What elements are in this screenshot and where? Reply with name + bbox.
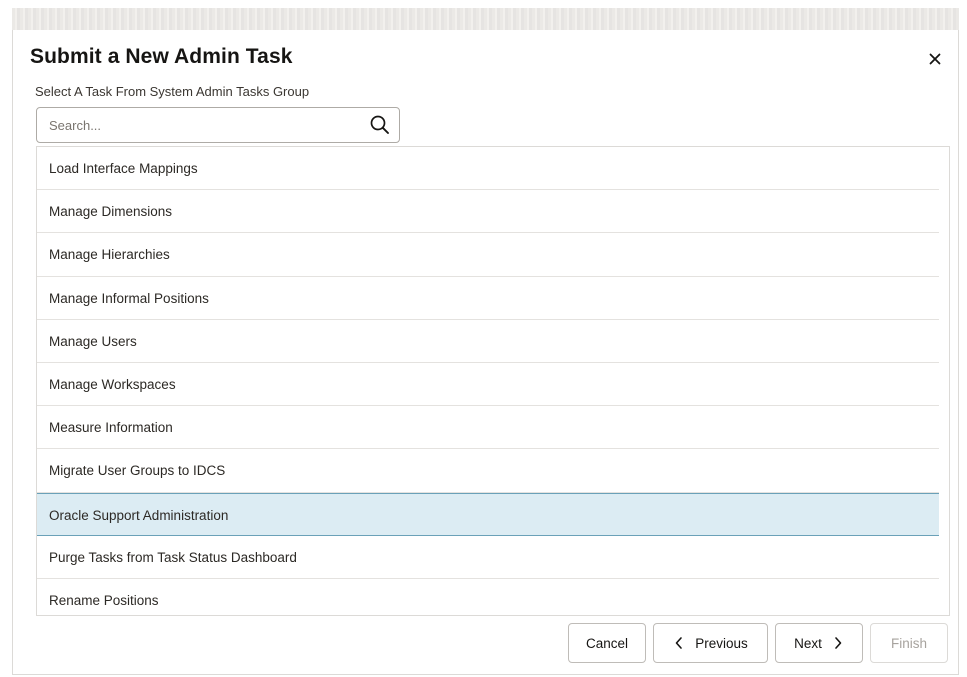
next-label: Next (794, 635, 822, 651)
page: Submit a New Admin Task Select A Task Fr… (0, 0, 967, 677)
search-box (36, 107, 400, 143)
background-strip (12, 8, 959, 30)
previous-label: Previous (695, 635, 748, 651)
task-item-manage-hierarchies[interactable]: Manage Hierarchies (37, 233, 939, 277)
task-item-rename-positions[interactable]: Rename Positions (37, 579, 939, 615)
search-icon[interactable] (369, 114, 391, 136)
close-button[interactable] (924, 48, 946, 70)
task-item-manage-dimensions[interactable]: Manage Dimensions (37, 190, 939, 234)
task-item-oracle-support-administration[interactable]: Oracle Support Administration (37, 492, 939, 536)
task-group-label: Select A Task From System Admin Tasks Gr… (35, 84, 310, 99)
cancel-button[interactable]: Cancel (568, 623, 646, 663)
search-input[interactable] (37, 108, 357, 142)
chevron-right-icon (835, 637, 842, 649)
close-icon (929, 53, 941, 65)
dialog-title: Submit a New Admin Task (30, 45, 293, 68)
admin-task-dialog: Submit a New Admin Task Select A Task Fr… (12, 30, 959, 675)
cancel-label: Cancel (585, 635, 629, 651)
task-item-manage-informal-positions[interactable]: Manage Informal Positions (37, 277, 939, 320)
task-item-manage-users[interactable]: Manage Users (37, 320, 939, 363)
task-item-purge-tasks[interactable]: Purge Tasks from Task Status Dashboard (37, 536, 939, 579)
task-item-load-interface-mappings[interactable]: Load Interface Mappings (37, 147, 939, 191)
task-item-migrate-user-groups[interactable]: Migrate User Groups to IDCS (37, 449, 939, 493)
task-item-manage-workspaces[interactable]: Manage Workspaces (37, 363, 939, 407)
task-list: Load Interface Mappings Manage Dimension… (36, 146, 950, 616)
task-item-measure-information[interactable]: Measure Information (37, 406, 939, 450)
finish-label: Finish (890, 635, 927, 651)
previous-button[interactable]: Previous (653, 623, 768, 663)
next-button[interactable]: Next (775, 623, 863, 663)
chevron-left-icon (675, 637, 683, 649)
finish-button[interactable]: Finish (870, 623, 948, 663)
dialog-footer: Cancel Previous Next Finish (568, 623, 948, 663)
